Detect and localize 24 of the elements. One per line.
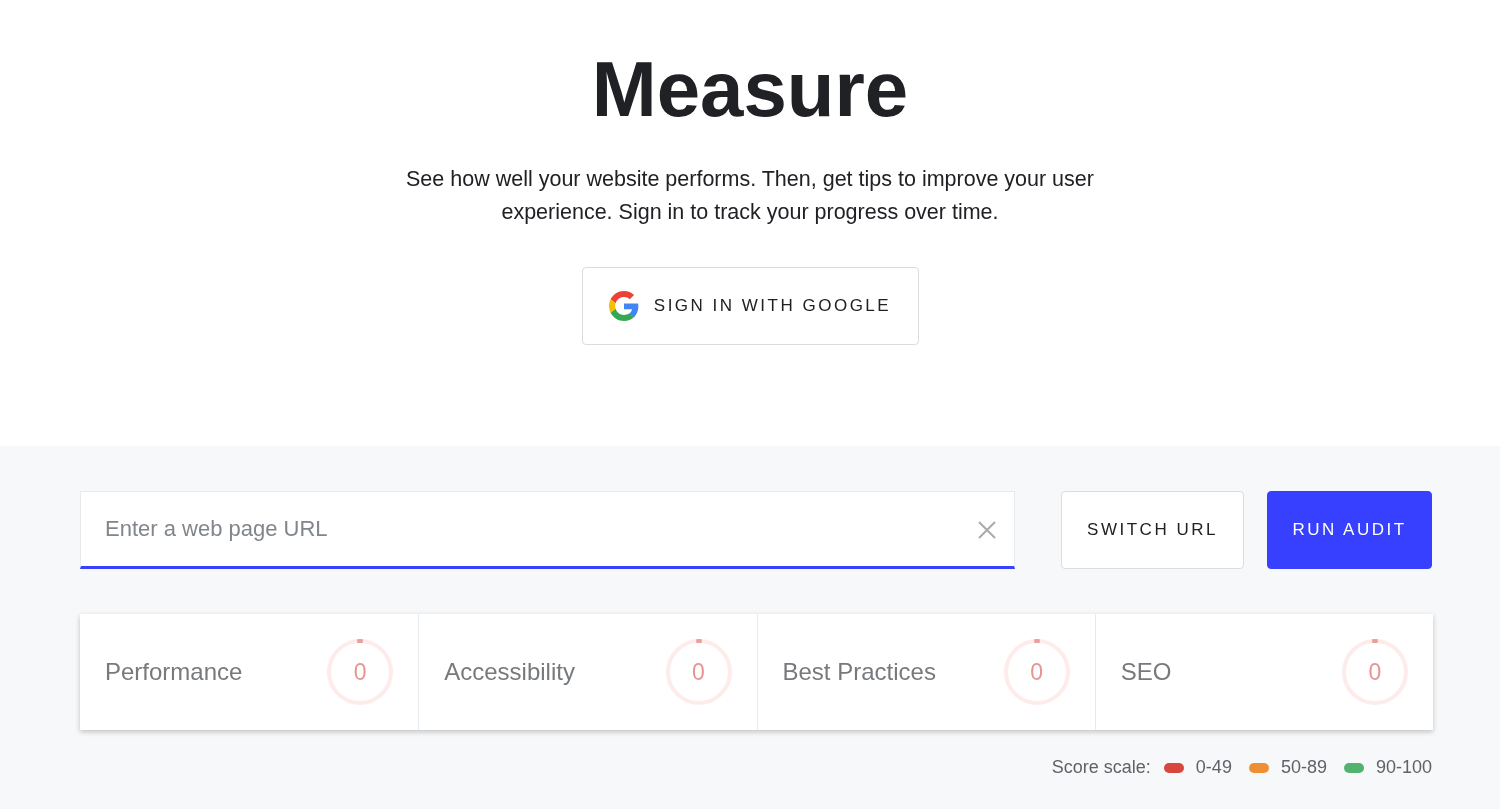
g-logo-icon	[608, 291, 639, 321]
switch-url-button[interactable]: SWITCH URL	[1061, 491, 1244, 569]
page-title: Measure	[591, 44, 909, 135]
url-input[interactable]: Enter a web page URL	[80, 491, 1015, 569]
scale-range-label: 0-49	[1195, 757, 1232, 778]
scale-range-label: 50-89	[1280, 757, 1327, 778]
close-icon[interactable]	[977, 520, 997, 540]
category-label: Best Practices	[782, 658, 936, 686]
category-label: Accessibility	[444, 658, 575, 686]
category-label: Performance	[105, 658, 243, 686]
scale-range-label: 90-100	[1375, 757, 1432, 778]
score-gauge	[1002, 638, 1071, 706]
category-label: SEO	[1120, 658, 1172, 686]
score-gauge	[326, 638, 395, 706]
score-scale-label: Score scale:	[1051, 757, 1151, 778]
page-description: See how well your website performs. Then, get tips to improve your user experience. Sign in to track your progress over time.	[405, 166, 1095, 226]
score-gauge	[664, 638, 733, 706]
run-audit-button[interactable]: RUN AUDIT	[1267, 491, 1432, 569]
score-value: 0	[1368, 658, 1382, 686]
score-value: 0	[353, 658, 367, 686]
score-gauge	[1341, 638, 1409, 706]
score-value: 0	[1030, 658, 1044, 686]
sign-in-button[interactable]: SIGN IN WITH GOOGLE	[581, 267, 919, 345]
score-value: 0	[692, 658, 705, 686]
